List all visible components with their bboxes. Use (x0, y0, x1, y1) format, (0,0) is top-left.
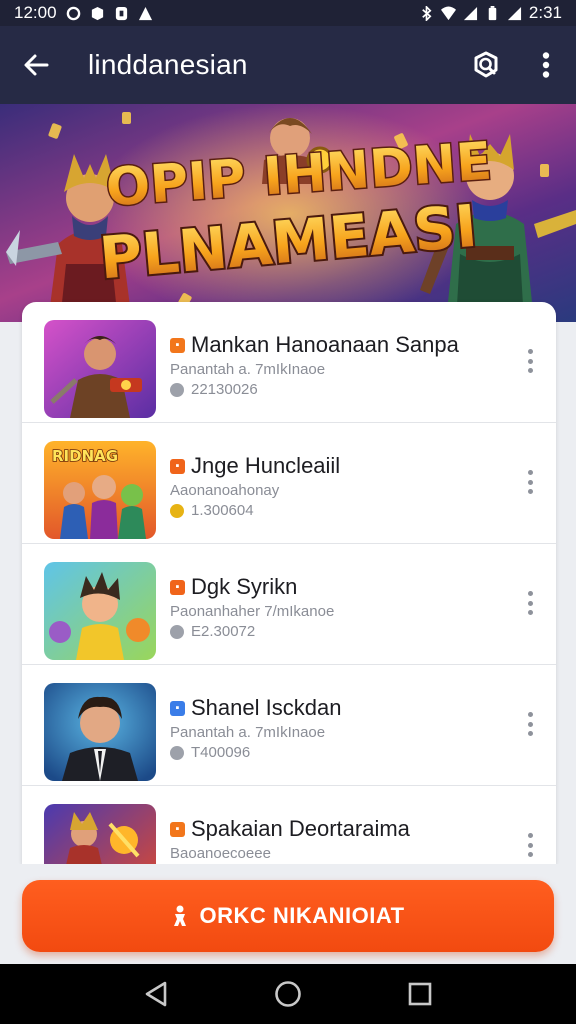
bluetooth-icon (422, 5, 432, 21)
item-title: Mankan Hanoanaan Sanpa (191, 332, 459, 357)
thumbnail-image (44, 562, 156, 660)
app-notification-icon (91, 6, 103, 20)
item-more-button[interactable] (520, 588, 540, 618)
item-subtitle: Aaonanoahonay (170, 482, 280, 499)
more-vert-icon (527, 591, 533, 596)
item-subtitle: Panantah a. 7mIkInaoe (170, 361, 326, 378)
nav-back-button[interactable] (126, 964, 186, 1024)
category-badge-icon: ▪ (170, 821, 185, 837)
more-vert-icon (542, 52, 550, 78)
nav-home-icon (275, 981, 301, 1007)
primary-action-button[interactable]: ORKC NIKANIOIAT (22, 880, 554, 952)
wifi-icon (440, 5, 456, 20)
nav-recents-button[interactable] (390, 964, 450, 1024)
back-button[interactable] (0, 26, 72, 104)
search-icon (474, 51, 498, 78)
cartoon-hero-icon (44, 562, 156, 660)
item-meta: 1.300604 (191, 502, 254, 519)
thumbnail-image (44, 320, 156, 418)
nav-home-button[interactable] (258, 964, 318, 1024)
item-subtitle: Panantah a. 7mIkInaoe (170, 724, 326, 741)
item-more-button[interactable] (520, 467, 540, 497)
nav-back-icon (145, 981, 167, 1007)
svg-text:RIDNAG: RIDNAG (52, 447, 118, 465)
status-time-right: 2:31 (528, 3, 562, 22)
coin-icon (170, 503, 184, 518)
item-more-button[interactable] (520, 346, 540, 376)
battery-icon (488, 5, 497, 20)
item-meta: E2.30072 (191, 623, 256, 640)
item-title: Spakaian Deortaraima (191, 816, 410, 841)
data-signal-icon (507, 6, 521, 20)
item-subtitle: Paonanhaher 7/mIkanoe (170, 603, 335, 620)
more-vert-icon (527, 349, 533, 354)
stat-icon (170, 382, 184, 397)
warrior-icon (44, 320, 156, 418)
status-bar: 12:00 2:31 (0, 0, 576, 26)
person-icon (174, 905, 187, 926)
list-item[interactable]: RIDNAG ▪ Jnge Huncleaiil Aaonanoahonay 1… (22, 423, 556, 544)
shield-notification-icon (115, 6, 127, 20)
item-more-button[interactable] (520, 709, 540, 739)
hero-banner[interactable]: OPIP IHNDNE PLNAMEASI (0, 104, 576, 322)
signal-icon (463, 6, 477, 20)
item-title: Dgk Syrikn (191, 574, 298, 599)
app-title: linddanesian (88, 49, 248, 80)
stat-icon (170, 745, 184, 760)
category-badge-icon: ▪ (170, 337, 185, 353)
alert-icon (138, 6, 152, 20)
status-time-left: 12:00 (14, 3, 57, 22)
item-meta: 22130026 (191, 381, 258, 398)
thumbnail-image (44, 804, 156, 864)
category-badge-icon: ▪ (170, 700, 185, 716)
item-meta: T400096 (191, 744, 251, 761)
notification-icon (66, 6, 80, 20)
app-bar: linddanesian (0, 26, 576, 104)
search-button[interactable] (456, 26, 516, 104)
system-nav-bar (0, 964, 576, 1024)
portrait-icon (44, 683, 156, 781)
app-list-card: ▪ Mankan Hanoanaan Sanpa Panantah a. 7mI… (22, 302, 556, 864)
category-badge-icon: ▪ (170, 458, 185, 474)
more-vert-icon (527, 833, 533, 838)
item-more-button[interactable] (520, 830, 540, 860)
list-item[interactable]: ▪ Mankan Hanoanaan Sanpa Panantah a. 7mI… (22, 302, 556, 423)
arrow-back-icon (24, 54, 49, 76)
list-item[interactable]: ▪ Dgk Syrikn Paonanhaher 7/mIkanoe E2.30… (22, 544, 556, 665)
more-vert-icon (527, 470, 533, 475)
more-vert-icon (527, 712, 533, 717)
item-subtitle: Baoanoecoeee (170, 845, 271, 862)
stat-icon (170, 624, 184, 639)
primary-action-label: ORKC NIKANIOIAT (199, 903, 405, 928)
battle-icon (44, 804, 156, 864)
list-item[interactable]: ▪ Shanel Isckdan Panantah a. 7mIkInaoe T… (22, 665, 556, 786)
overflow-menu-button[interactable] (516, 26, 576, 104)
hero-group-icon: RIDNAG (44, 441, 156, 539)
list-item[interactable]: ▪ Spakaian Deortaraima Baoanoecoeee (22, 786, 556, 864)
item-title: Shanel Isckdan (191, 695, 342, 720)
thumbnail-image (44, 683, 156, 781)
item-title: Jnge Huncleaiil (191, 453, 341, 478)
nav-recents-icon (408, 982, 432, 1006)
banner-artwork: OPIP IHNDNE PLNAMEASI (0, 104, 576, 322)
thumbnail-image: RIDNAG (44, 441, 156, 539)
category-badge-icon: ▪ (170, 579, 185, 595)
